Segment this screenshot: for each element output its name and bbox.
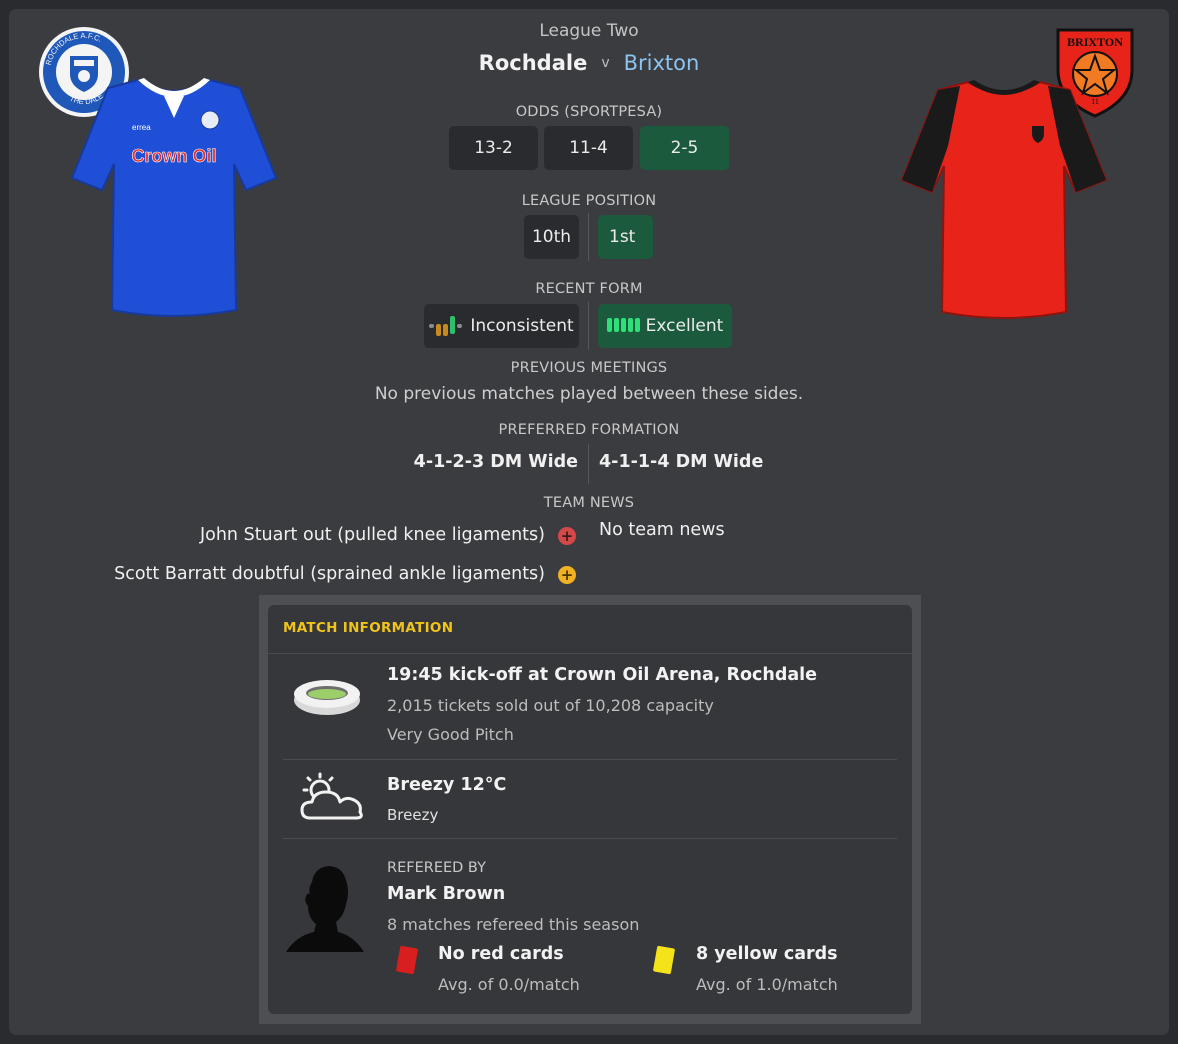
versus-label: v xyxy=(601,55,610,71)
form-divider xyxy=(588,302,589,350)
home-team-name[interactable]: Rochdale xyxy=(479,51,588,75)
pitch-condition-text: Very Good Pitch xyxy=(387,725,514,744)
home-odds[interactable]: 13-2 xyxy=(449,126,538,170)
match-information-title: MATCH INFORMATION xyxy=(283,620,454,636)
position-divider xyxy=(588,213,589,261)
fixture-title: Rochdale v Brixton xyxy=(0,51,1178,75)
row-divider xyxy=(283,759,897,760)
kit-sponsor: Crown Oil xyxy=(132,146,217,166)
cloud-icon xyxy=(300,772,366,828)
home-league-position: 10th xyxy=(524,215,579,259)
recent-form-label: RECENT FORM xyxy=(535,281,643,297)
formation-divider xyxy=(588,444,589,484)
odds-label: ODDS (SPORTPESA) xyxy=(515,104,663,120)
competition-name: League Two xyxy=(539,21,639,41)
referee-silhouette-icon xyxy=(284,862,368,958)
weather-title: Breezy 12°C xyxy=(387,775,507,795)
yellow-cards-average: Avg. of 1.0/match xyxy=(696,975,838,994)
stadium-icon xyxy=(292,676,362,724)
form-bars-icon xyxy=(606,316,640,336)
kit-maker-logo: errea xyxy=(132,123,151,132)
away-recent-form[interactable]: Excellent xyxy=(598,304,732,348)
referee-matches-text: 8 matches refereed this season xyxy=(387,915,640,934)
away-team-link[interactable]: Brixton xyxy=(624,51,700,75)
away-odds[interactable]: 2-5 xyxy=(640,126,729,170)
kickoff-venue-text[interactable]: 19:45 kick-off at Crown Oil Arena, Rochd… xyxy=(387,665,817,685)
draw-odds[interactable]: 11-4 xyxy=(544,126,633,170)
away-formation[interactable]: 4-1-1-4 DM Wide xyxy=(599,452,763,472)
red-card-icon xyxy=(394,944,420,980)
refereed-by-label: REFEREED BY xyxy=(387,860,486,876)
away-team-news: No team news xyxy=(599,520,725,540)
red-cards-average: Avg. of 0.0/match xyxy=(438,975,580,994)
home-formation[interactable]: 4-1-2-3 DM Wide xyxy=(414,452,578,472)
team-news-label: TEAM NEWS xyxy=(543,495,635,511)
yellow-cards-text: 8 yellow cards xyxy=(696,944,838,964)
form-bars-icon xyxy=(429,316,463,336)
yellow-card-icon xyxy=(651,944,677,980)
home-form-text: Inconsistent xyxy=(470,316,574,336)
preferred-formation-label: PREFERRED FORMATION xyxy=(498,422,680,438)
tickets-text: 2,015 tickets sold out of 10,208 capacit… xyxy=(387,696,714,715)
previous-meetings-label: PREVIOUS MEETINGS xyxy=(510,360,668,376)
team-news-item[interactable]: John Stuart out (pulled knee ligaments) xyxy=(200,525,545,545)
row-divider xyxy=(283,838,897,839)
weather-description: Breezy xyxy=(387,806,439,824)
team-news-item[interactable]: Scott Barratt doubtful (sprained ankle l… xyxy=(114,564,545,584)
away-form-text: Excellent xyxy=(645,316,724,336)
away-league-position: 1st xyxy=(598,215,653,259)
doubtful-plus-icon[interactable]: + xyxy=(558,566,576,584)
home-recent-form[interactable]: Inconsistent xyxy=(424,304,579,348)
red-cards-text: No red cards xyxy=(438,944,564,964)
injury-plus-icon[interactable]: + xyxy=(558,527,576,545)
previous-meetings-text: No previous matches played between these… xyxy=(374,384,804,404)
referee-name[interactable]: Mark Brown xyxy=(387,884,505,904)
league-position-label: LEAGUE POSITION xyxy=(521,193,657,209)
